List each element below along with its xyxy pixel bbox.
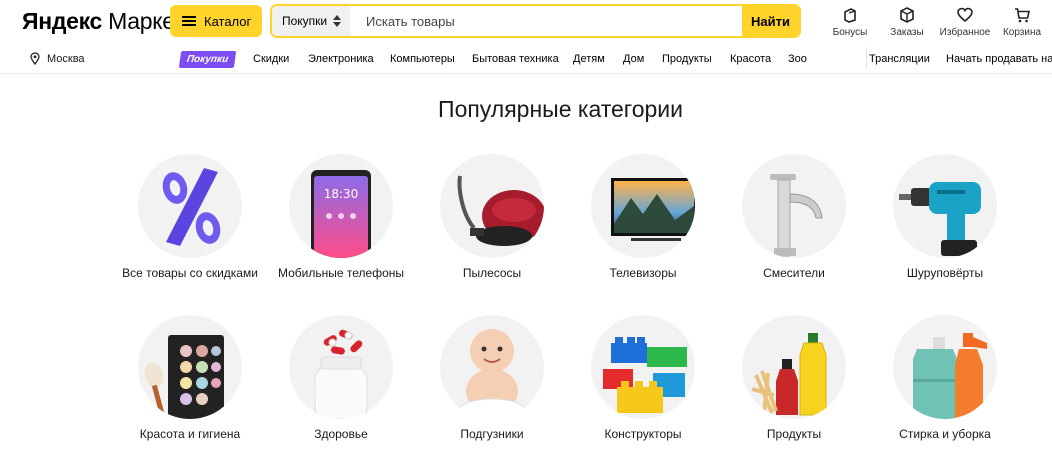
category-label: Телевизоры [609,266,677,280]
blocks-icon [603,337,687,413]
category-image [742,315,846,419]
catalog-button[interactable]: Каталог [170,5,262,37]
category-label: Мобильные телефоны [277,266,404,280]
tv-icon [611,178,695,241]
location-pin-icon [30,52,40,65]
nav-row: Москва Покупки Скидки Электроника Компью… [0,44,1052,74]
category-image [591,154,695,258]
svg-text:18:30: 18:30 [324,187,359,201]
nav-link-pets[interactable]: Зоо [788,53,807,65]
pokupki-badge[interactable]: Покупки [178,51,237,68]
logo-bold: Яндекс [22,8,103,34]
category-label: Здоровье [314,427,368,441]
detergent-icon [913,333,987,419]
box-icon [900,7,914,23]
orders-label: Заказы [890,27,924,38]
search-bar: Покупки Найти [270,4,801,38]
category-label: Подгузники [460,427,524,441]
sort-arrows-icon [333,15,342,27]
category-label: Смесители [763,266,825,280]
category-laundry[interactable]: Стирка и уборка [870,315,1020,441]
category-image [591,315,695,419]
category-label: Стирка и уборка [899,427,991,441]
percent-icon [162,168,221,246]
orders-link[interactable]: Заказы [879,6,935,38]
category-image [440,315,544,419]
category-label: Продукты [766,427,822,441]
category-image [138,315,242,419]
nav-link-discounts[interactable]: Скидки [253,53,289,65]
baby-icon [457,329,527,419]
category-vacuums[interactable]: Пылесосы [417,154,567,280]
category-label: Конструкторы [604,427,682,441]
category-construction-toys[interactable]: Конструкторы [568,315,718,441]
nav-link-broadcasts[interactable]: Трансляции [869,53,930,65]
category-image: 18:30 [289,154,393,258]
category-label: Шуруповёрты [906,266,984,280]
category-phones[interactable]: 18:30 Мобильные телефоны [266,154,416,280]
category-label: Все товары со скидками [122,266,258,280]
category-health[interactable]: Здоровье [266,315,416,441]
nav-link-food[interactable]: Продукты [662,53,712,65]
search-button[interactable]: Найти [742,6,799,36]
category-beauty[interactable]: Красота и гигиена [115,315,265,441]
favorites-link[interactable]: Избранное [937,6,993,38]
category-image [138,154,242,258]
bonus-label: Бонусы [832,27,868,38]
category-image [893,315,997,419]
category-label: Пылесосы [462,266,522,280]
category-tvs[interactable]: Телевизоры [568,154,718,280]
category-image [289,315,393,419]
drill-icon [899,182,981,256]
category-image [893,154,997,258]
category-label: Красота и гигиена [139,427,241,441]
cart-link[interactable]: Корзина [994,6,1050,38]
city-name: Москва [47,52,85,65]
bonus-link[interactable]: Бонусы [822,6,878,38]
cart-icon [1015,8,1031,23]
category-diapers[interactable]: Подгузники [417,315,567,441]
nav-divider [866,47,867,69]
search-scope-value: Покупки [282,14,328,28]
groceries-icon [751,333,827,416]
cart-label: Корзина [1002,27,1042,38]
category-image [440,154,544,258]
palette-icon [144,335,224,419]
search-input[interactable] [350,6,742,36]
yandex-market-logo[interactable]: Яндекс Маркет [22,8,185,35]
nav-link-computers[interactable]: Компьютеры [390,53,455,65]
pills-icon [314,329,368,419]
nav-link-appliances[interactable]: Бытовая техника [472,53,559,65]
bonus-icon [844,8,856,23]
nav-link-electronics[interactable]: Электроника [308,53,374,65]
nav-link-beauty[interactable]: Красота [730,53,771,65]
catalog-button-label: Каталог [204,13,252,29]
category-groceries[interactable]: Продукты [719,315,869,441]
nav-link-kids[interactable]: Детям [573,53,605,65]
nav-link-start-selling[interactable]: Начать продавать на Маркете [946,53,1052,65]
category-screwdrivers[interactable]: Шуруповёрты [870,154,1020,280]
category-faucets[interactable]: Смесители [719,154,869,280]
heart-icon [957,7,973,23]
search-scope-select[interactable]: Покупки [272,6,350,36]
header: Яндекс Маркет Каталог Покупки Найти Бону… [0,0,1052,44]
page-title: Популярные категории [438,96,683,122]
vacuum-icon [457,175,544,246]
city-selector[interactable]: Москва [30,52,85,65]
faucet-icon [770,174,823,257]
category-image [742,154,846,258]
phone-icon: 18:30 [311,170,371,258]
favorites-label: Избранное [939,27,991,38]
nav-link-home[interactable]: Дом [623,53,644,65]
category-discounts[interactable]: Все товары со скидками [115,154,265,280]
menu-icon [182,16,196,26]
